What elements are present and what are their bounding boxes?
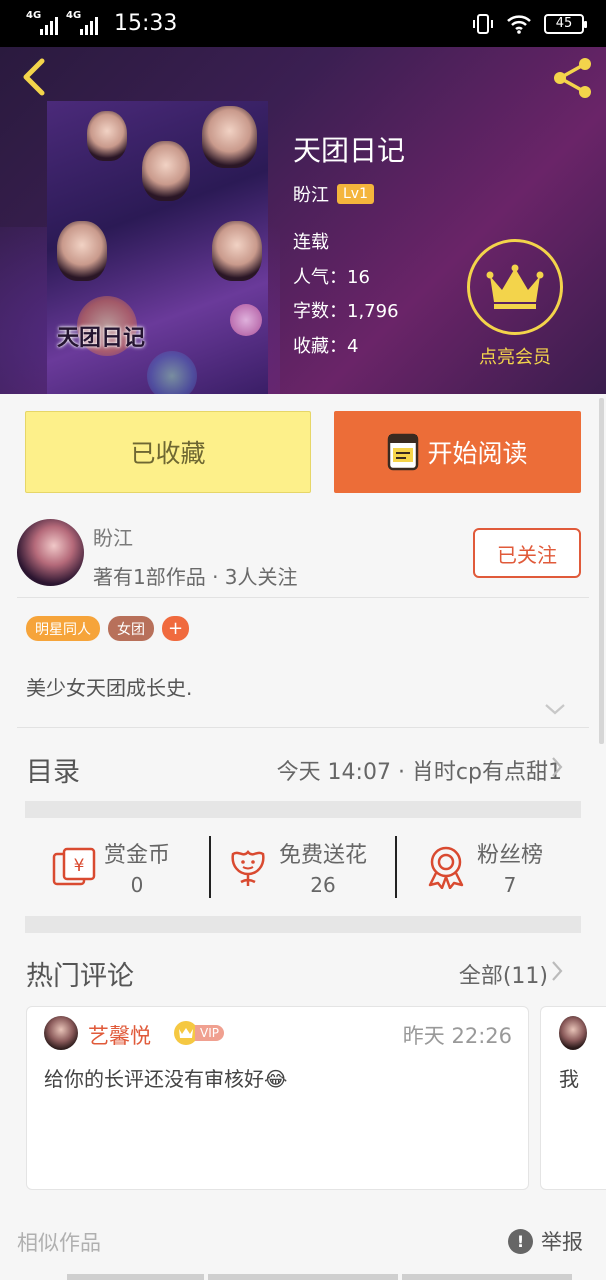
avatar[interactable]	[44, 1016, 78, 1050]
stat-flower-value: 26	[310, 873, 336, 897]
share-icon[interactable]	[550, 55, 596, 101]
vibrate-icon	[473, 13, 493, 34]
followed-button[interactable]: 已关注	[473, 528, 581, 578]
favorited-button[interactable]: 已收藏	[25, 411, 311, 493]
popularity-label: 人气：	[293, 267, 347, 288]
start-reading-label: 开始阅读	[427, 439, 528, 468]
battery-level: 45	[555, 16, 573, 31]
reward-coin-icon: ¥	[52, 847, 96, 886]
hot-comments-title: 热门评论	[26, 961, 134, 992]
catalog-title[interactable]: 目录	[26, 750, 80, 789]
similar-work-thumb[interactable]	[402, 1274, 572, 1280]
wordcount-label: 字数：	[293, 301, 347, 322]
wordcount-value: 1,796	[347, 301, 399, 322]
add-tag-button[interactable]: +	[162, 616, 189, 641]
comment-text: 我	[559, 1067, 579, 1091]
wifi-icon	[507, 14, 531, 34]
author-card-name[interactable]: 盼江	[93, 522, 133, 551]
battery-icon: 45	[544, 13, 587, 34]
tag-girl-group[interactable]: 女团	[108, 616, 154, 641]
book-cover[interactable]: 天团日记	[47, 101, 268, 394]
serial-status: 连载	[293, 232, 329, 253]
chevron-right-icon[interactable]	[550, 960, 564, 982]
back-icon[interactable]	[14, 55, 54, 99]
author-card-stats: 著有1部作品 · 3人关注	[93, 565, 298, 589]
tag-star-fanfic[interactable]: 明星同人	[26, 616, 100, 641]
divider	[17, 727, 589, 728]
stat-flower[interactable]: 免费送花 26	[229, 836, 367, 898]
network-type-label-2: 4G	[66, 9, 82, 21]
svg-text:¥: ¥	[74, 856, 85, 876]
stat-fans-label: 粉丝榜	[477, 843, 544, 868]
report-button[interactable]: ! 举报	[508, 1226, 583, 1256]
chevron-down-icon[interactable]	[544, 702, 566, 716]
popularity-row: 人气：16	[293, 263, 370, 289]
crown-icon	[486, 264, 544, 309]
avatar[interactable]	[559, 1016, 587, 1050]
book-icon	[388, 433, 419, 471]
comment-card[interactable]: 我	[540, 1006, 606, 1190]
section-separator	[25, 916, 581, 933]
favorites-row: 收藏：4	[293, 332, 358, 358]
signal-icon-2: 4G	[66, 9, 98, 35]
vip-button[interactable]	[467, 239, 563, 335]
chevron-right-icon[interactable]	[550, 756, 564, 778]
author-line: 盼江 Lv1	[293, 181, 374, 207]
stat-flower-label: 免费送花	[279, 843, 368, 868]
warning-icon: !	[508, 1228, 533, 1254]
report-label: 举报	[541, 1230, 583, 1254]
section-separator	[25, 801, 581, 818]
comment-time: 昨天 22:26	[402, 1024, 512, 1048]
level-badge: Lv1	[337, 184, 374, 204]
similar-works-title: 相似作品	[17, 1231, 101, 1255]
stat-fans-value: 7	[503, 873, 517, 897]
favorites-value: 4	[347, 336, 359, 357]
stat-fans[interactable]: 粉丝榜 7	[425, 836, 543, 898]
divider	[395, 836, 397, 898]
wordcount-row: 字数：1,796	[293, 297, 399, 323]
tag-list: 明星同人 女团 +	[26, 616, 189, 641]
start-reading-button[interactable]: 开始阅读	[334, 411, 581, 493]
vip-tag: VIP	[195, 1025, 224, 1041]
book-description: 美少女天团成长史.	[26, 676, 193, 700]
favorites-label: 收藏：	[293, 336, 347, 357]
clock: 15:33	[114, 11, 178, 36]
medal-icon	[428, 846, 464, 889]
flower-icon	[231, 850, 265, 886]
book-title: 天团日记	[293, 134, 406, 167]
stat-reward-label: 赏金币	[104, 843, 171, 868]
similar-work-thumb[interactable]	[208, 1274, 398, 1280]
latest-chapter[interactable]: 今天 14:07 · 肖时cp有点甜1	[277, 754, 562, 786]
cover-title: 天团日记	[57, 326, 146, 351]
stat-reward-value: 0	[130, 873, 144, 897]
stat-reward[interactable]: ¥ 赏金币 0	[52, 836, 170, 898]
commenter-name[interactable]: 艺馨悦	[88, 1020, 151, 1050]
author-avatar[interactable]	[17, 519, 84, 586]
vip-label[interactable]: 点亮会员	[470, 343, 560, 369]
scrollbar[interactable]	[599, 398, 604, 744]
popularity-value: 16	[347, 267, 370, 288]
all-comments-link[interactable]: 全部(11)	[459, 958, 548, 990]
network-type-label: 4G	[26, 9, 42, 21]
similar-work-thumb[interactable]	[67, 1274, 204, 1280]
signal-icon: 4G	[26, 9, 58, 35]
comment-card[interactable]: 艺馨悦 VIP 昨天 22:26 给你的长评还没有审核好😂	[26, 1006, 529, 1190]
divider	[209, 836, 211, 898]
book-header: 天团日记 天团日记 盼江 Lv1 连载 人气：16 字数：1,796 收藏：4 …	[0, 47, 606, 394]
divider	[17, 597, 589, 598]
author-name[interactable]: 盼江	[293, 181, 329, 207]
vip-badge: VIP	[174, 1021, 224, 1045]
status-bar: 4G 4G 15:33 45	[0, 0, 606, 47]
comment-text: 给你的长评还没有审核好😂	[44, 1067, 288, 1091]
